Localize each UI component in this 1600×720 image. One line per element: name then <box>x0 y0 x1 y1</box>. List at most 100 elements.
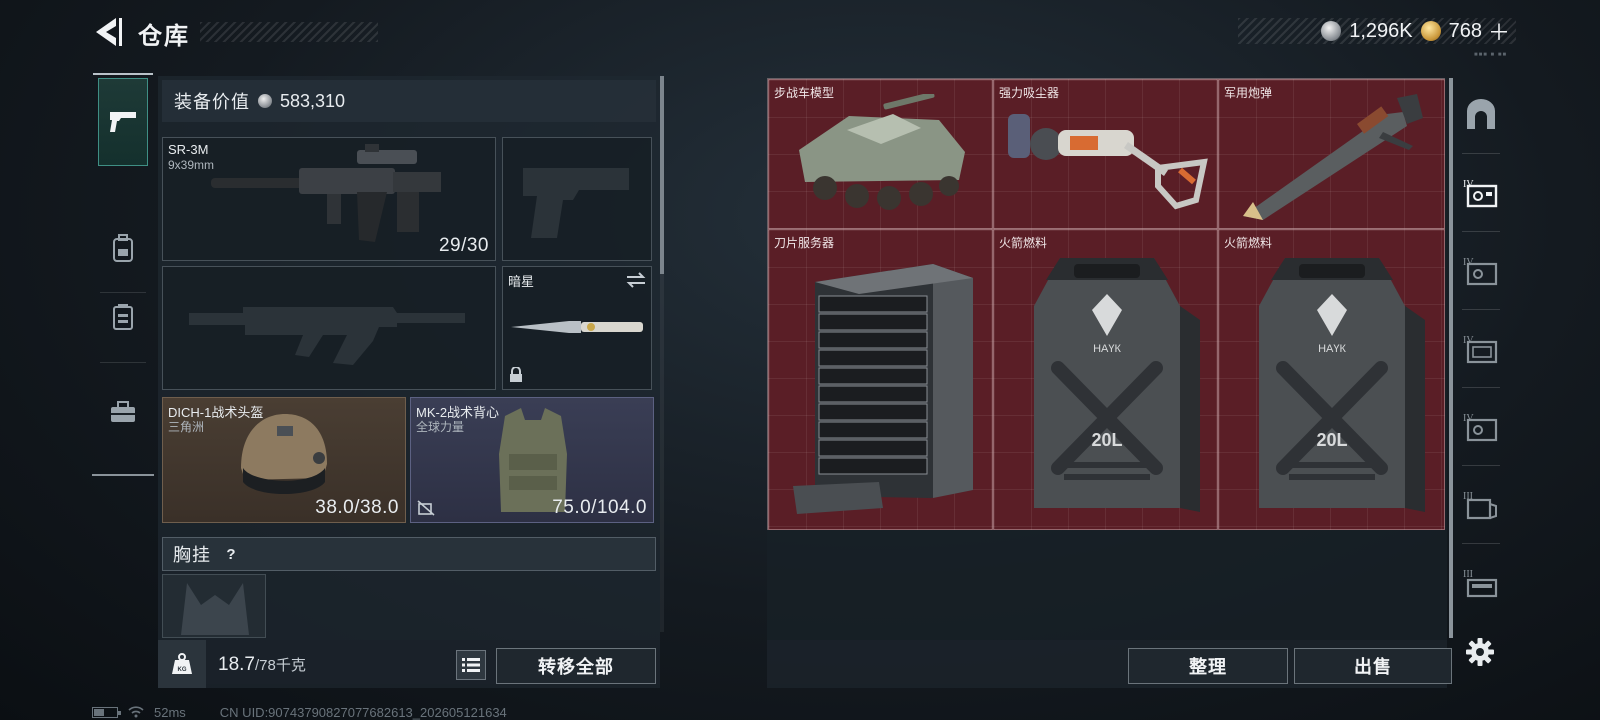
add-currency-button[interactable]: ＋ <box>1488 15 1510 47</box>
jerry-can-icon: НАҮК 20L <box>1259 258 1425 512</box>
sr3m-rifle-icon <box>211 144 441 242</box>
item-name: 火箭燃料 <box>999 236 1048 250</box>
weapon-name: SR-3M <box>168 142 209 157</box>
currency-bar: 1,296K 768 ＋ <box>1238 15 1516 47</box>
item-vacuum[interactable]: 强力吸尘器 <box>993 79 1218 229</box>
pistol-silhouette-icon <box>523 168 629 238</box>
equipment-value-row: 装备价值 583,310 <box>162 80 656 122</box>
tab-storage-box-1[interactable]: IV <box>1456 160 1506 232</box>
tab-toolbox[interactable] <box>98 368 148 456</box>
armor-durability: 75.0/104.0 <box>552 497 647 518</box>
equipment-value-label: 装备价值 <box>174 92 250 112</box>
equipment-value: 583,310 <box>280 90 346 111</box>
storage-box-icon: IV <box>1463 335 1498 364</box>
transfer-all-button[interactable]: 转移全部 <box>496 648 656 684</box>
sell-button[interactable]: 出售 <box>1294 648 1452 684</box>
storage-scrollbar[interactable] <box>1449 78 1453 638</box>
weight-readout: 18.7/78千克 <box>218 654 306 676</box>
help-icon[interactable]: ? <box>221 544 241 564</box>
gold-coin-icon <box>1420 21 1441 41</box>
weight-capacity: /78千克 <box>254 657 306 674</box>
tab-storage-box-3[interactable]: IV <box>1456 316 1506 388</box>
helmet-faction: 三角洲 <box>168 420 205 434</box>
armor-faction: 全球力量 <box>416 420 465 434</box>
item-rocket-fuel-1[interactable]: 火箭燃料 НАҮК 20L <box>993 229 1218 530</box>
wifi-icon <box>128 706 144 718</box>
category-tabs <box>92 72 154 476</box>
sidearm-slot[interactable] <box>502 137 652 261</box>
gear-icon <box>1466 638 1494 666</box>
toolbox-icon <box>111 401 135 422</box>
tab-storage-home[interactable] <box>1456 82 1506 154</box>
no-repair-icon <box>417 500 435 516</box>
item-name: 刀片服务器 <box>774 236 835 250</box>
tab-weapons[interactable] <box>93 73 153 166</box>
back-arrow-icon <box>96 18 122 46</box>
back-button[interactable] <box>92 16 126 48</box>
chest-rig-header: 胸挂 ? <box>162 537 656 571</box>
tab-chest-rig[interactable] <box>98 272 148 362</box>
item-rocket-fuel-2[interactable]: 火箭燃料 НАҮК 20L <box>1218 229 1445 530</box>
silver-coin-icon <box>1321 21 1342 41</box>
melee-slot[interactable]: 暗星 <box>502 266 652 390</box>
can-volume: 20L <box>1091 430 1122 450</box>
ifv-model-icon <box>799 94 965 210</box>
settings-button[interactable] <box>1462 634 1498 670</box>
mini-note: ■■■ ■ ■■ <box>1474 52 1508 58</box>
tab-storage-box-2[interactable]: IV <box>1456 238 1506 310</box>
storage-box-icon: IV <box>1463 257 1498 286</box>
blade-server-icon <box>793 264 973 514</box>
lock-icon <box>510 367 522 382</box>
silver-amount: 1,296K <box>1349 19 1413 42</box>
item-ifv-model[interactable]: 步战车模型 <box>768 79 993 229</box>
tab-storage-box-4[interactable]: IV <box>1456 394 1506 466</box>
list-icon <box>462 658 480 672</box>
secondary-weapon-slot[interactable] <box>162 266 496 390</box>
item-military-shell[interactable]: 军用炮弹 <box>1218 79 1445 229</box>
storage-box-icon: IV <box>1463 179 1498 208</box>
knife-icon <box>511 321 643 333</box>
tab-storage-box-5[interactable]: III <box>1456 472 1506 544</box>
loadout-scrollbar[interactable] <box>660 76 664 274</box>
ping-readout: 52ms <box>154 704 186 720</box>
chest-rig-icon <box>113 304 133 330</box>
weight-icon-box: KG <box>158 640 206 688</box>
item-blade-server[interactable]: 刀片服务器 <box>768 229 993 530</box>
gold-amount: 768 <box>1448 19 1482 42</box>
home-arch-icon <box>1467 99 1495 129</box>
title-decoration <box>200 22 378 42</box>
can-volume: 20L <box>1316 430 1347 450</box>
silver-coin-icon <box>258 94 272 108</box>
ammo-count: 29/30 <box>438 235 489 256</box>
tab-storage-box-6[interactable]: III <box>1456 550 1506 616</box>
status-footer: 52ms CN UID:907437908270776826​13_202605… <box>92 704 507 720</box>
item-name: 火箭燃料 <box>1224 236 1273 250</box>
current-weight: 18.7 <box>218 654 255 675</box>
battery-icon <box>92 706 121 718</box>
sort-button[interactable]: 整理 <box>1128 648 1288 684</box>
jerry-can-icon: НАҮК 20L <box>1034 258 1200 512</box>
tier-label: III <box>1463 569 1473 580</box>
storage-box-icon: III <box>1463 569 1498 598</box>
uid-readout: CN UID:907437908270776826​13_20260512163… <box>219 704 507 720</box>
chest-rig-silhouette-icon <box>181 583 249 635</box>
storage-tabs: IV IV IV IV III III <box>1454 78 1508 638</box>
can-brand: НАҮК <box>1318 343 1346 355</box>
helmet-slot[interactable]: DICH-1战术头盔 三角洲 38.0/38.0 <box>162 397 406 523</box>
vacuum-icon <box>1008 114 1208 210</box>
chest-rig-slot[interactable] <box>162 574 266 638</box>
weight-icon-label: KG <box>178 667 187 673</box>
pistol-icon <box>110 112 136 132</box>
primary-weapon-slot[interactable]: SR-3M 9x39mm 29/30 <box>162 137 496 261</box>
shell-icon <box>1243 94 1423 220</box>
page-title: 仓库 <box>138 23 190 50</box>
storage-box-icon: III <box>1463 491 1497 520</box>
armor-slot[interactable]: MK-2战术背心 全球力量 75.0/104.0 <box>410 397 654 523</box>
helmet-durability: 38.0/38.0 <box>315 497 399 518</box>
melee-name: 暗星 <box>508 274 535 289</box>
backpack-icon <box>113 234 133 262</box>
rifle-silhouette-icon <box>189 307 465 365</box>
storage-box-icon: IV <box>1463 413 1498 442</box>
swap-icon[interactable] <box>625 271 647 289</box>
list-view-button[interactable] <box>456 650 486 680</box>
